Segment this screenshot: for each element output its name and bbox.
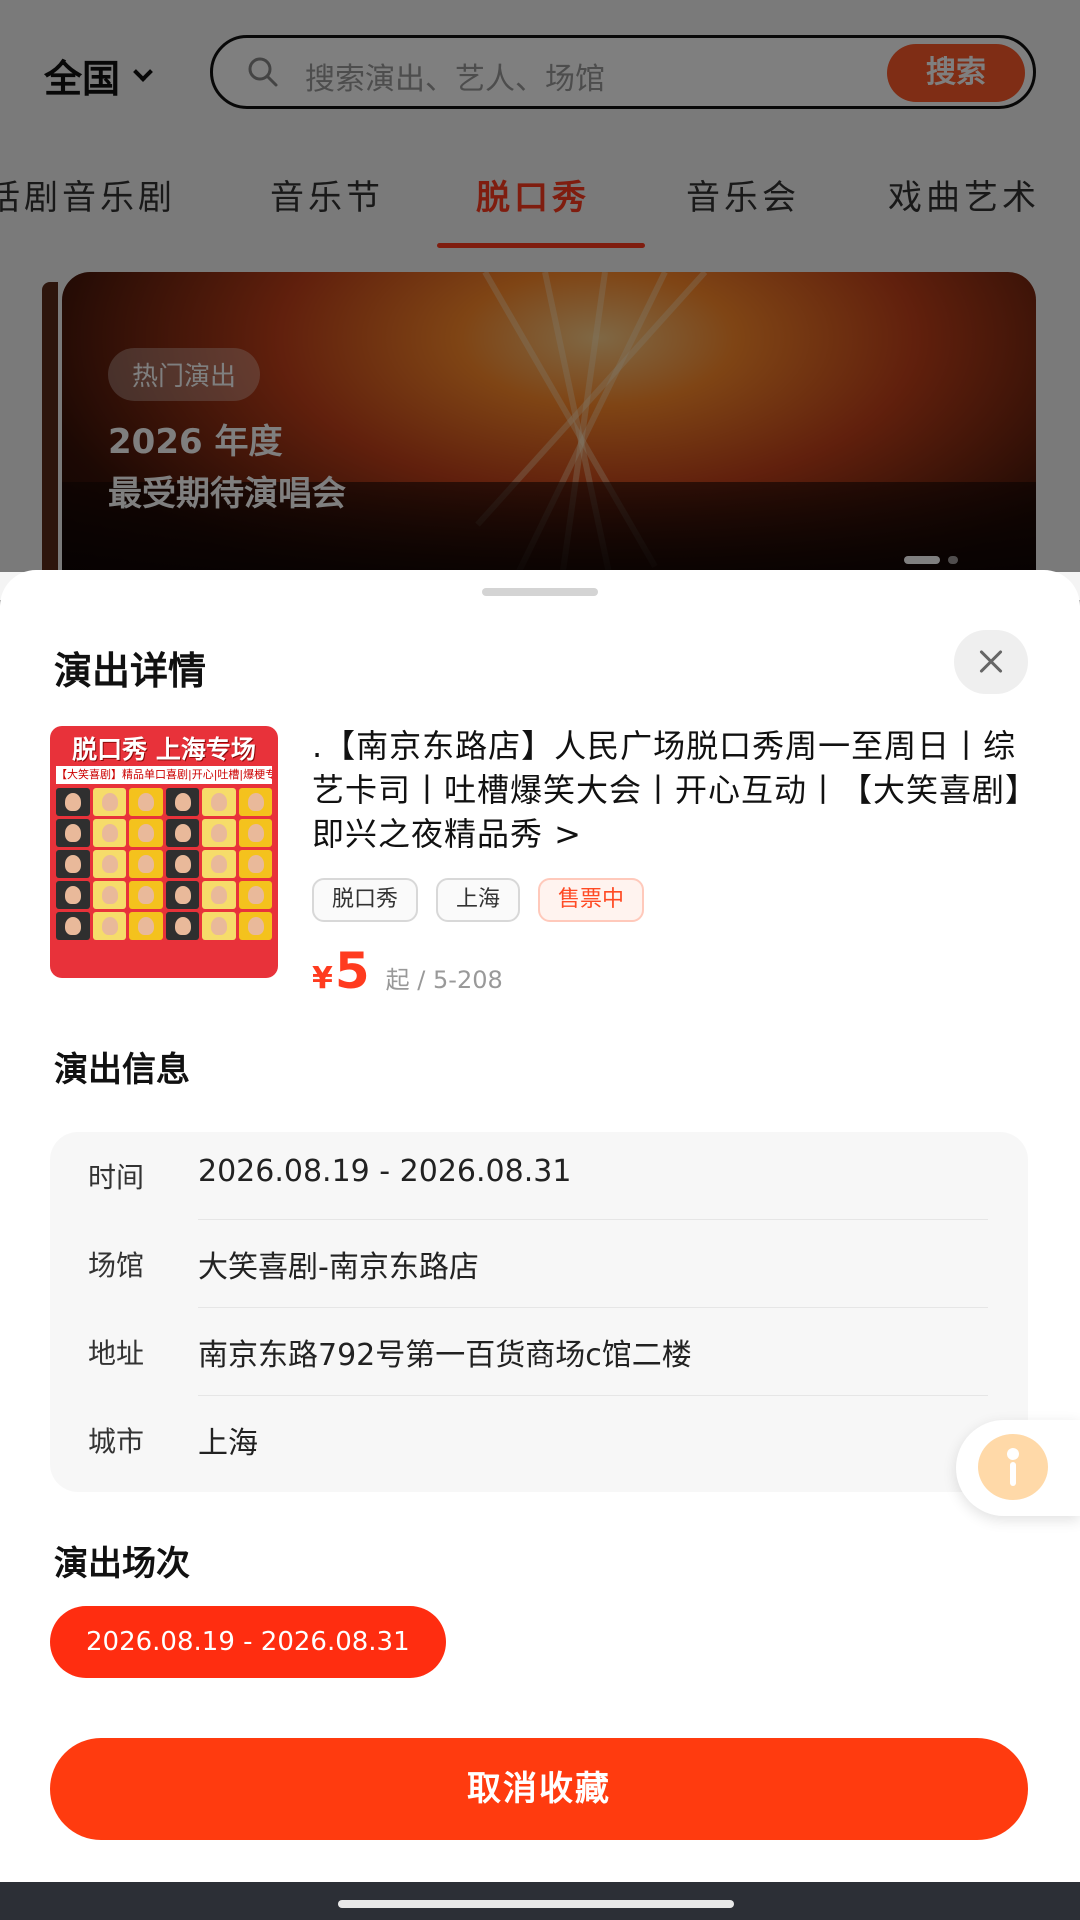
info-key: 时间 xyxy=(88,1161,145,1194)
home-indicator[interactable] xyxy=(338,1900,734,1908)
info-row-venue: 场馆 大笑喜剧-南京东路店 xyxy=(50,1220,1028,1308)
price: ¥ 5 起 / 5-208 xyxy=(312,942,503,1000)
info-value: 上海 xyxy=(198,1426,258,1461)
price-currency: ¥ xyxy=(312,961,333,996)
info-row-address: 地址 南京东路792号第一百货商场c馆二楼 xyxy=(50,1308,1028,1396)
sheet-title: 演出详情 xyxy=(54,649,207,693)
show-title-link[interactable]: .【南京东路店】人民广场脱口秀周一至周日丨综艺卡司丨吐槽爆笑大会丨开心互动丨【大… xyxy=(312,724,1032,856)
accessibility-float-button[interactable] xyxy=(956,1420,1080,1516)
modal-overlay[interactable] xyxy=(0,0,1080,572)
sessions-section-title: 演出场次 xyxy=(54,1544,190,1584)
accessibility-icon xyxy=(978,1434,1048,1500)
info-row-time: 时间 2026.08.19 - 2026.08.31 xyxy=(50,1132,1028,1220)
system-nav-bar xyxy=(0,1882,1080,1920)
info-row-city: 城市 上海 xyxy=(50,1396,1028,1484)
info-card: 时间 2026.08.19 - 2026.08.31 场馆 大笑喜剧-南京东路店… xyxy=(50,1132,1028,1492)
unfavorite-button[interactable]: 取消收藏 xyxy=(50,1738,1028,1840)
show-poster[interactable]: 脱口秀 上海专场 【大笑喜剧】精品单口喜剧|开心|吐槽|爆梗专场 xyxy=(50,726,278,978)
info-value: 大笑喜剧-南京东路店 xyxy=(198,1250,479,1285)
price-range: 起 / 5-208 xyxy=(385,966,503,994)
close-icon[interactable] xyxy=(954,630,1028,694)
performer-grid xyxy=(56,788,272,940)
session-chip[interactable]: 2026.08.19 - 2026.08.31 xyxy=(50,1606,446,1678)
tag-city: 上海 xyxy=(436,878,521,922)
price-amount: 5 xyxy=(334,942,370,1000)
tag-category: 脱口秀 xyxy=(312,878,419,922)
info-value: 南京东路792号第一百货商场c馆二楼 xyxy=(198,1338,692,1373)
show-detail-sheet: 演出详情 脱口秀 上海专场 【大笑喜剧】精品单口喜剧|开心|吐槽|爆梗专场 .【… xyxy=(0,570,1080,1882)
show-tags: 脱口秀 上海 售票中 xyxy=(312,878,645,922)
info-key: 场馆 xyxy=(88,1249,145,1282)
info-key: 地址 xyxy=(88,1337,145,1370)
poster-title: 脱口秀 上海专场 xyxy=(72,735,256,764)
info-key: 城市 xyxy=(88,1425,145,1458)
info-value: 2026.08.19 - 2026.08.31 xyxy=(198,1154,572,1189)
sheet-grabber[interactable] xyxy=(482,588,598,596)
poster-subtitle: 【大笑喜剧】精品单口喜剧|开心|吐槽|爆梗专场 xyxy=(56,766,272,784)
tag-status: 售票中 xyxy=(538,878,645,922)
info-section-title: 演出信息 xyxy=(54,1050,190,1090)
